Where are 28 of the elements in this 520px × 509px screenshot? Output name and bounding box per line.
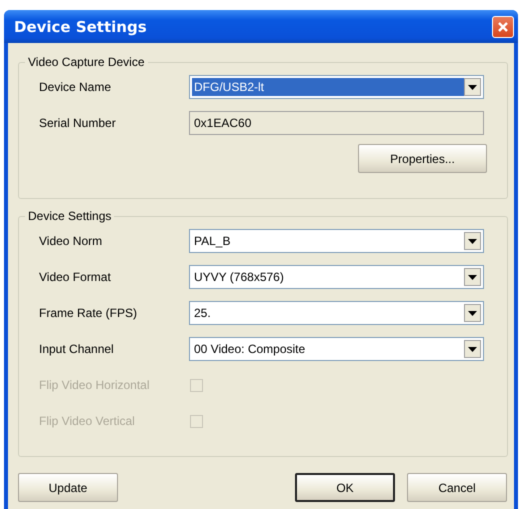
field-label: Serial Number — [39, 116, 117, 130]
field-label: Frame Rate (FPS) — [39, 306, 138, 320]
dropdown[interactable]: UYVY (768x576) — [189, 265, 484, 289]
group-title: Device Settings — [25, 209, 114, 223]
field-label: Flip Video Vertical — [39, 414, 136, 428]
dialog-button[interactable]: Cancel — [407, 473, 507, 502]
field-label: Flip Video Horizontal — [39, 378, 151, 392]
dropdown[interactable]: PAL_B — [189, 229, 484, 253]
group-title: Video Capture Device — [25, 55, 148, 69]
properties-button[interactable]: Properties... — [358, 144, 487, 173]
dropdown-value: 25. — [193, 305, 212, 322]
dropdown-value: UYVY (768x576) — [193, 269, 285, 286]
field-label: Input Channel — [39, 342, 115, 356]
dropdown-value: DFG/USB2-lt — [192, 78, 464, 96]
serial-field: 0x1EAC60 — [189, 111, 484, 135]
dialog-button[interactable]: OK — [295, 473, 395, 502]
dropdown[interactable]: 00 Video: Composite — [189, 337, 484, 361]
dropdown-value: 00 Video: Composite — [193, 341, 306, 358]
field-label: Video Format — [39, 270, 112, 284]
field-label: Video Norm — [39, 234, 104, 248]
dropdown[interactable]: DFG/USB2-lt — [189, 75, 484, 99]
dropdown[interactable]: 25. — [189, 301, 484, 325]
close-icon — [497, 20, 509, 32]
dropdown-value: PAL_B — [193, 233, 232, 250]
field-label: Device Name — [39, 80, 112, 94]
window-title: Device Settings — [14, 18, 147, 36]
close-button[interactable] — [492, 16, 514, 38]
dialog-button[interactable]: Update — [18, 473, 118, 502]
